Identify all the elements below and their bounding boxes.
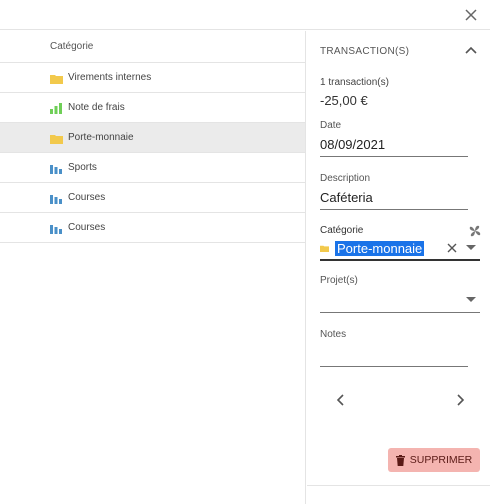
- list-item[interactable]: Courses: [0, 213, 305, 243]
- projects-select[interactable]: [320, 289, 480, 313]
- delete-label: SUPPRIMER: [409, 454, 473, 466]
- list-item[interactable]: Note de frais: [0, 93, 305, 123]
- date-field[interactable]: 08/09/2021: [320, 133, 468, 157]
- date-label: Date: [320, 120, 342, 131]
- list-item-label: Note de frais: [68, 102, 125, 113]
- folder-icon: [320, 245, 329, 252]
- description-value: Caféteria: [320, 190, 373, 205]
- list-item[interactable]: Sports: [0, 153, 305, 183]
- close-button[interactable]: [460, 4, 482, 26]
- panel-title: TRANSACTION(S): [320, 45, 410, 57]
- chevron-down-icon[interactable]: [466, 297, 476, 302]
- top-bar: [0, 0, 490, 30]
- bar-chart-icon: [50, 222, 64, 234]
- description-field[interactable]: Caféteria: [320, 186, 468, 210]
- date-value: 08/09/2021: [320, 137, 386, 152]
- category-list: Catégorie Virements internes Note de fra…: [0, 31, 306, 504]
- bar-chart-icon: [50, 192, 64, 204]
- column-header-category[interactable]: Catégorie: [0, 31, 305, 63]
- chevron-up-icon[interactable]: [464, 43, 478, 57]
- list-item[interactable]: Courses: [0, 183, 305, 213]
- folder-icon: [50, 132, 64, 144]
- bar-chart-icon: [50, 162, 64, 174]
- list-item-label: Courses: [68, 192, 106, 203]
- notes-field[interactable]: [320, 343, 468, 367]
- list-item-label: Virements internes: [68, 72, 152, 83]
- list-item-label: Sports: [68, 162, 97, 173]
- panel-header: TRANSACTION(S): [307, 31, 490, 71]
- projects-label: Projet(s): [320, 275, 358, 286]
- fan-icon[interactable]: [468, 224, 482, 238]
- list-item[interactable]: Virements internes: [0, 63, 305, 93]
- category-label: Catégorie: [320, 225, 364, 236]
- divider: [307, 485, 490, 486]
- bar-chart-icon: [50, 102, 64, 114]
- chevron-left-icon[interactable]: [334, 393, 348, 407]
- delete-button[interactable]: SUPPRIMER: [388, 448, 480, 472]
- chevron-down-icon[interactable]: [466, 245, 476, 250]
- close-icon: [465, 9, 477, 21]
- description-label: Description: [320, 173, 371, 184]
- transaction-amount: -25,00 €: [320, 93, 368, 108]
- category-select[interactable]: Porte-monnaie: [320, 237, 480, 261]
- clear-icon[interactable]: [446, 242, 458, 254]
- chevron-right-icon[interactable]: [453, 393, 467, 407]
- list-item-label: Porte-monnaie: [68, 132, 134, 143]
- category-value: Porte-monnaie: [335, 240, 425, 256]
- transaction-count: 1 transaction(s): [320, 77, 389, 88]
- transaction-panel: TRANSACTION(S) 1 transaction(s) -25,00 €…: [307, 31, 490, 504]
- trash-icon: [395, 454, 405, 466]
- list-item-selected[interactable]: Porte-monnaie: [0, 123, 305, 153]
- notes-label: Notes: [320, 329, 347, 340]
- folder-icon: [50, 72, 64, 84]
- list-item-label: Courses: [68, 222, 106, 233]
